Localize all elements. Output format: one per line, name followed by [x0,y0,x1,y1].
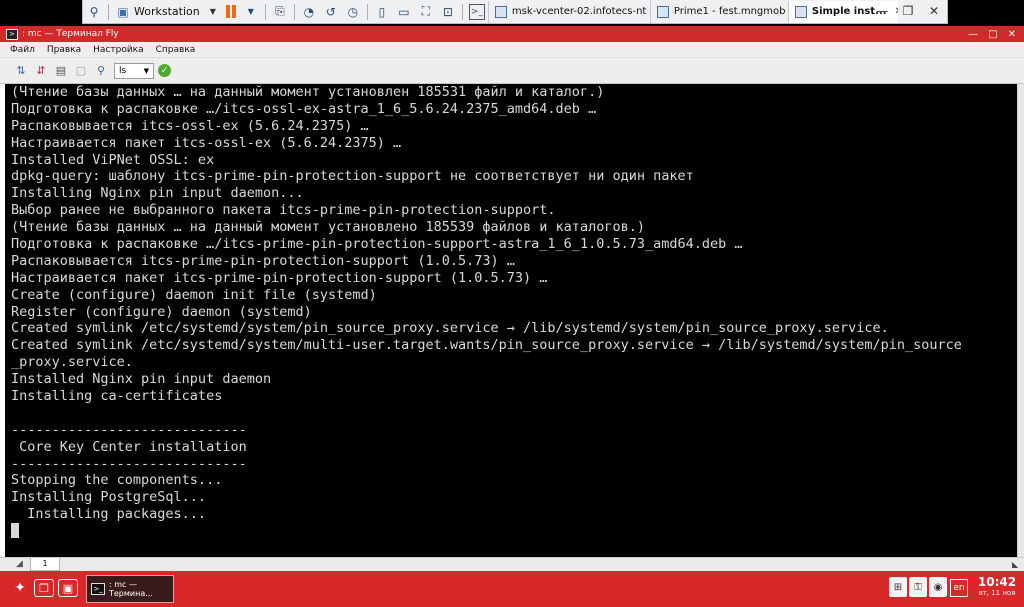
check-icon[interactable]: ✓ [158,64,171,77]
file-manager-icon[interactable]: ▣ [58,579,78,597]
paste-icon[interactable]: ▢ [74,64,88,78]
volume-icon[interactable]: ◉ [929,577,947,597]
terminal-output[interactable]: (Чтение базы данных … на данный момент у… [5,84,1017,557]
maximize-icon[interactable]: □ [988,29,997,40]
snapshot-manager-icon[interactable]: ◷ [345,4,361,20]
window-title: : mc — Терминал Fly [22,29,119,39]
thumbnail-icon[interactable]: ▭ [396,4,412,20]
menu-bar: Файл Правка Настройка Справка [0,42,1024,58]
terminal-line: Stopping the components... [11,472,223,489]
revert-snapshot-icon[interactable]: ↺ [323,4,339,20]
clock[interactable]: 10:42 вт, 11 ноя [974,575,1020,598]
vertical-scrollbar[interactable] [1017,84,1024,557]
restore-icon[interactable]: ❐ [895,4,921,18]
workstation-label: Workstation [134,5,200,18]
keyboard-layout-icon[interactable]: ⊞ [889,577,907,597]
vm-icon [494,5,507,18]
terminal-line: (Чтение базы данных … на данный момент у… [11,219,645,236]
send-ctrl-alt-del-icon[interactable]: ⎘ [272,4,288,20]
terminal-line: Installed Nginx pin input daemon [11,371,272,388]
session-tab-bar: ◢ 1 ◣ [0,557,1024,571]
session-select[interactable]: ls ▼ [114,62,154,79]
terminal-line: Настраивается пакет itcs-ossl-ex (5.6.24… [11,134,402,151]
terminal-line: Installing ca-certificates [11,388,223,405]
terminal-app-icon: >_ [91,583,105,595]
window-controls: — ❐ ✕ [869,0,947,22]
snapshot-icon[interactable]: ◔ [301,4,317,20]
menu-edit[interactable]: Правка [47,45,81,55]
terminal-line: ----------------------------- [11,455,247,472]
fullscreen-icon[interactable]: ⛶ [418,4,434,20]
terminal-line: Распаковывается itcs-prime-pin-protectio… [11,252,515,269]
workstation-menu[interactable]: ▣ Workstation ▼ [112,4,216,20]
language-indicator[interactable]: en [950,579,968,597]
terminal-line: Created symlink /etc/systemd/system/mult… [11,337,962,354]
terminal-toolbar: ⇅ ⇵ ▤ ▢ ⚲ ls ▼ ✓ [0,58,1024,84]
pause-button[interactable] [225,5,236,18]
terminal-line: _proxy.service. [11,354,133,371]
close-icon[interactable]: ✕ [921,4,947,18]
task-terminal[interactable]: >_ : mc — Термина... [86,575,174,603]
vm-icon [656,5,669,18]
vm-icon [794,5,807,18]
terminal-cursor [11,523,19,539]
terminal-titlebar: > : mc — Терминал Fly — □ ✕ [0,26,1024,42]
terminal-line: Created symlink /etc/systemd/system/pin_… [11,320,889,337]
pin-icon[interactable]: ⚲ [86,4,102,20]
terminal-line: Register (configure) daemon (systemd) [11,303,312,320]
vm-tab-vcenter[interactable]: msk-vcenter-02.infotecs-nt ✕ [487,0,650,23]
copy-icon[interactable]: ▤ [54,64,68,78]
workstation-icon: ▣ [117,4,129,19]
menu-help[interactable]: Справка [156,45,196,55]
chevron-down-icon: ▼ [143,66,149,75]
vm-tab-prime1[interactable]: Prime1 - fest.mngmob ✕ [649,0,788,23]
terminal-line: Installing packages... [11,506,207,523]
terminal-line: Create (configure) daemon init file (sys… [11,286,377,303]
new-tab-icon[interactable]: ◢ [16,559,28,569]
menu-settings[interactable]: Настройка [93,45,144,55]
terminal-lines: (Чтение базы данных … на данный момент у… [11,84,1017,523]
library-icon[interactable]: ▯ [374,4,390,20]
new-session-icon[interactable]: ⇅ [14,64,28,78]
clock-date: вт, 11 ноя [978,589,1016,597]
network-icon[interactable]: ⚿ [909,577,927,597]
tab-scroll-icon[interactable]: ◣ [1012,560,1022,570]
chevron-down-icon[interactable]: ▼ [243,4,259,20]
search-icon[interactable]: ⚲ [94,64,108,78]
taskbar: ✦ ❐ ▣ >_ : mc — Термина... ⊞ ⚿ ◉ en 10:4… [0,571,1024,607]
vmware-toolbar: ⚲ ▣ Workstation ▼ ▼ ⎘ ◔ ↺ ◷ ▯ ▭ ⛶ ⊡ >_ m… [0,0,1024,26]
terminal-line: Подготовка к распаковке …/itcs-ossl-ex-a… [11,100,597,117]
terminal-line: Installing PostgreSql... [11,489,207,506]
terminal-line: Installing Nginx pin input daemon... [11,185,304,202]
terminal-line: ----------------------------- [11,421,247,438]
unity-icon[interactable]: ⊡ [440,4,456,20]
close-icon[interactable]: ✕ [1008,29,1016,40]
terminal-line: Распаковывается itcs-ossl-ex (5.6.24.237… [11,117,369,134]
minimize-icon[interactable]: — [968,29,978,40]
terminal-app-icon: > [6,28,18,40]
terminal-line: dpkg-query: шаблону itcs-prime-pin-prote… [11,168,694,185]
terminal-line: Подготовка к распаковке …/itcs-prime-pin… [11,236,743,253]
start-menu-icon[interactable]: ✦ [10,579,30,597]
close-session-icon[interactable]: ⇵ [34,64,48,78]
terminal-line: Installed ViPNet OSSL: ex [11,151,215,168]
terminal-line: Настраивается пакет itcs-prime-pin-prote… [11,269,548,286]
clock-time: 10:42 [977,575,1017,589]
terminal-line: Выбор ранее не выбранного пакета itcs-pr… [11,202,556,219]
terminal-line: (Чтение базы данных … на данный момент у… [11,84,605,100]
console-icon[interactable]: >_ [468,3,485,20]
vmware-toolbar-bar: ⚲ ▣ Workstation ▼ ▼ ⎘ ◔ ↺ ◷ ▯ ▭ ⛶ ⊡ >_ m… [82,0,948,24]
minimize-icon[interactable]: — [869,4,895,18]
terminal-line: Core Key Center installation [11,438,247,455]
desktops-icon[interactable]: ❐ [34,579,54,597]
chevron-down-icon: ▼ [209,7,216,16]
session-tab-1[interactable]: 1 [30,558,60,571]
menu-file[interactable]: Файл [10,45,35,55]
